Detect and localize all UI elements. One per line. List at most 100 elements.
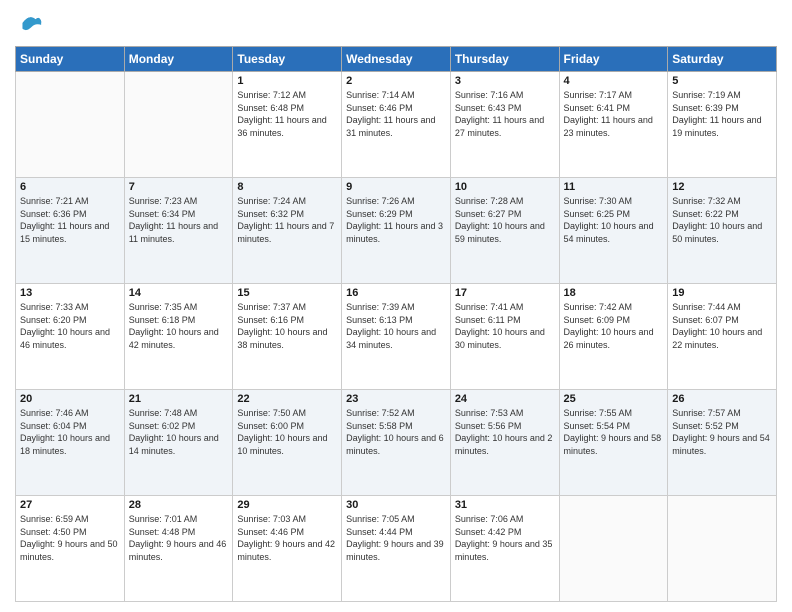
- calendar-cell: 21 Sunrise: 7:48 AMSunset: 6:02 PMDayligh…: [124, 390, 233, 496]
- day-number: 5: [672, 75, 772, 87]
- header: [15, 10, 777, 38]
- calendar-cell: 12 Sunrise: 7:32 AMSunset: 6:22 PMDayligh…: [668, 178, 777, 284]
- cell-info: Sunrise: 7:42 AMSunset: 6:09 PMDaylight:…: [564, 301, 664, 351]
- weekday-header: Wednesday: [342, 47, 451, 72]
- day-number: 19: [672, 287, 772, 299]
- cell-info: Sunrise: 7:53 AMSunset: 5:56 PMDaylight:…: [455, 407, 555, 457]
- cell-info: Sunrise: 7:14 AMSunset: 6:46 PMDaylight:…: [346, 89, 446, 139]
- day-number: 17: [455, 287, 555, 299]
- calendar-cell: 27 Sunrise: 6:59 AMSunset: 4:50 PMDayligh…: [16, 496, 125, 602]
- calendar-cell: 26Sunrise: 7:57 AMSunset: 5:52 PMDayligh…: [668, 390, 777, 496]
- calendar-cell: 7 Sunrise: 7:23 AMSunset: 6:34 PMDaylight…: [124, 178, 233, 284]
- calendar-cell: 29 Sunrise: 7:03 AMSunset: 4:46 PMDayligh…: [233, 496, 342, 602]
- calendar-cell: 11 Sunrise: 7:30 AMSunset: 6:25 PMDayligh…: [559, 178, 668, 284]
- cell-info: Sunrise: 7:39 AMSunset: 6:13 PMDaylight:…: [346, 301, 446, 351]
- calendar-cell: 13 Sunrise: 7:33 AMSunset: 6:20 PMDayligh…: [16, 284, 125, 390]
- calendar-cell: 4Sunrise: 7:17 AMSunset: 6:41 PMDaylight…: [559, 72, 668, 178]
- cell-info: Sunrise: 7:21 AMSunset: 6:36 PMDaylight:…: [20, 195, 120, 245]
- cell-info: Sunrise: 7:52 AMSunset: 5:58 PMDaylight:…: [346, 407, 446, 457]
- calendar-cell: 23Sunrise: 7:52 AMSunset: 5:58 PMDayligh…: [342, 390, 451, 496]
- cell-info: Sunrise: 7:32 AMSunset: 6:22 PMDaylight:…: [672, 195, 772, 245]
- cell-info: Sunrise: 7:57 AMSunset: 5:52 PMDaylight:…: [672, 407, 772, 457]
- cell-info: Sunrise: 7:03 AMSunset: 4:46 PMDaylight:…: [237, 513, 337, 563]
- weekday-header: Friday: [559, 47, 668, 72]
- cell-info: Sunrise: 7:01 AMSunset: 4:48 PMDaylight:…: [129, 513, 229, 563]
- day-number: 29: [237, 499, 337, 511]
- cell-info: Sunrise: 7:28 AMSunset: 6:27 PMDaylight:…: [455, 195, 555, 245]
- weekday-header: Sunday: [16, 47, 125, 72]
- calendar-cell: [559, 496, 668, 602]
- cell-info: Sunrise: 7:30 AMSunset: 6:25 PMDaylight:…: [564, 195, 664, 245]
- cell-info: Sunrise: 7:35 AMSunset: 6:18 PMDaylight:…: [129, 301, 229, 351]
- day-number: 24: [455, 393, 555, 405]
- day-number: 8: [237, 181, 337, 193]
- calendar-cell: 18 Sunrise: 7:42 AMSunset: 6:09 PMDayligh…: [559, 284, 668, 390]
- calendar-cell: 1 Sunrise: 7:12 AMSunset: 6:48 PMDaylight…: [233, 72, 342, 178]
- cell-info: Sunrise: 7:23 AMSunset: 6:34 PMDaylight:…: [129, 195, 229, 245]
- calendar-cell: 15 Sunrise: 7:37 AMSunset: 6:16 PMDayligh…: [233, 284, 342, 390]
- calendar-cell: 16 Sunrise: 7:39 AMSunset: 6:13 PMDayligh…: [342, 284, 451, 390]
- weekday-header-row: SundayMondayTuesdayWednesdayThursdayFrid…: [16, 47, 777, 72]
- day-number: 12: [672, 181, 772, 193]
- weekday-header: Tuesday: [233, 47, 342, 72]
- calendar-cell: 3 Sunrise: 7:16 AMSunset: 6:43 PMDaylight…: [450, 72, 559, 178]
- logo-icon: [15, 10, 43, 38]
- cell-info: Sunrise: 7:41 AMSunset: 6:11 PMDaylight:…: [455, 301, 555, 351]
- calendar-week-row: 6 Sunrise: 7:21 AMSunset: 6:36 PMDaylight…: [16, 178, 777, 284]
- cell-info: Sunrise: 7:33 AMSunset: 6:20 PMDaylight:…: [20, 301, 120, 351]
- cell-info: Sunrise: 7:26 AMSunset: 6:29 PMDaylight:…: [346, 195, 446, 245]
- calendar-week-row: 27 Sunrise: 6:59 AMSunset: 4:50 PMDayligh…: [16, 496, 777, 602]
- day-number: 1: [237, 75, 337, 87]
- cell-info: Sunrise: 7:19 AMSunset: 6:39 PMDaylight:…: [672, 89, 772, 139]
- calendar-week-row: 13 Sunrise: 7:33 AMSunset: 6:20 PMDayligh…: [16, 284, 777, 390]
- calendar-cell: [668, 496, 777, 602]
- cell-info: Sunrise: 7:05 AMSunset: 4:44 PMDaylight:…: [346, 513, 446, 563]
- calendar: SundayMondayTuesdayWednesdayThursdayFrid…: [15, 46, 777, 602]
- cell-info: Sunrise: 7:50 AMSunset: 6:00 PMDaylight:…: [237, 407, 337, 457]
- calendar-cell: 14 Sunrise: 7:35 AMSunset: 6:18 PMDayligh…: [124, 284, 233, 390]
- calendar-cell: 2Sunrise: 7:14 AMSunset: 6:46 PMDaylight…: [342, 72, 451, 178]
- cell-info: Sunrise: 6:59 AMSunset: 4:50 PMDaylight:…: [20, 513, 120, 563]
- day-number: 16: [346, 287, 446, 299]
- weekday-header: Monday: [124, 47, 233, 72]
- calendar-cell: [16, 72, 125, 178]
- weekday-header: Thursday: [450, 47, 559, 72]
- day-number: 6: [20, 181, 120, 193]
- day-number: 18: [564, 287, 664, 299]
- calendar-cell: 17 Sunrise: 7:41 AMSunset: 6:11 PMDayligh…: [450, 284, 559, 390]
- day-number: 9: [346, 181, 446, 193]
- cell-info: Sunrise: 7:37 AMSunset: 6:16 PMDaylight:…: [237, 301, 337, 351]
- logo: [15, 10, 47, 38]
- calendar-cell: 31Sunrise: 7:06 AMSunset: 4:42 PMDayligh…: [450, 496, 559, 602]
- calendar-cell: 5 Sunrise: 7:19 AMSunset: 6:39 PMDaylight…: [668, 72, 777, 178]
- cell-info: Sunrise: 7:16 AMSunset: 6:43 PMDaylight:…: [455, 89, 555, 139]
- day-number: 20: [20, 393, 120, 405]
- cell-info: Sunrise: 7:55 AMSunset: 5:54 PMDaylight:…: [564, 407, 664, 457]
- cell-info: Sunrise: 7:12 AMSunset: 6:48 PMDaylight:…: [237, 89, 337, 139]
- day-number: 13: [20, 287, 120, 299]
- calendar-cell: 28Sunrise: 7:01 AMSunset: 4:48 PMDayligh…: [124, 496, 233, 602]
- calendar-cell: 22 Sunrise: 7:50 AMSunset: 6:00 PMDayligh…: [233, 390, 342, 496]
- day-number: 22: [237, 393, 337, 405]
- day-number: 15: [237, 287, 337, 299]
- day-number: 21: [129, 393, 229, 405]
- calendar-cell: 8Sunrise: 7:24 AMSunset: 6:32 PMDaylight…: [233, 178, 342, 284]
- day-number: 10: [455, 181, 555, 193]
- day-number: 3: [455, 75, 555, 87]
- calendar-week-row: 20 Sunrise: 7:46 AMSunset: 6:04 PMDayligh…: [16, 390, 777, 496]
- calendar-cell: 30 Sunrise: 7:05 AMSunset: 4:44 PMDayligh…: [342, 496, 451, 602]
- day-number: 30: [346, 499, 446, 511]
- day-number: 7: [129, 181, 229, 193]
- cell-info: Sunrise: 7:48 AMSunset: 6:02 PMDaylight:…: [129, 407, 229, 457]
- day-number: 11: [564, 181, 664, 193]
- calendar-cell: 9 Sunrise: 7:26 AMSunset: 6:29 PMDaylight…: [342, 178, 451, 284]
- day-number: 14: [129, 287, 229, 299]
- cell-info: Sunrise: 7:44 AMSunset: 6:07 PMDaylight:…: [672, 301, 772, 351]
- cell-info: Sunrise: 7:46 AMSunset: 6:04 PMDaylight:…: [20, 407, 120, 457]
- page: SundayMondayTuesdayWednesdayThursdayFrid…: [0, 0, 792, 612]
- calendar-cell: 20 Sunrise: 7:46 AMSunset: 6:04 PMDayligh…: [16, 390, 125, 496]
- day-number: 4: [564, 75, 664, 87]
- day-number: 27: [20, 499, 120, 511]
- calendar-cell: [124, 72, 233, 178]
- cell-info: Sunrise: 7:06 AMSunset: 4:42 PMDaylight:…: [455, 513, 555, 563]
